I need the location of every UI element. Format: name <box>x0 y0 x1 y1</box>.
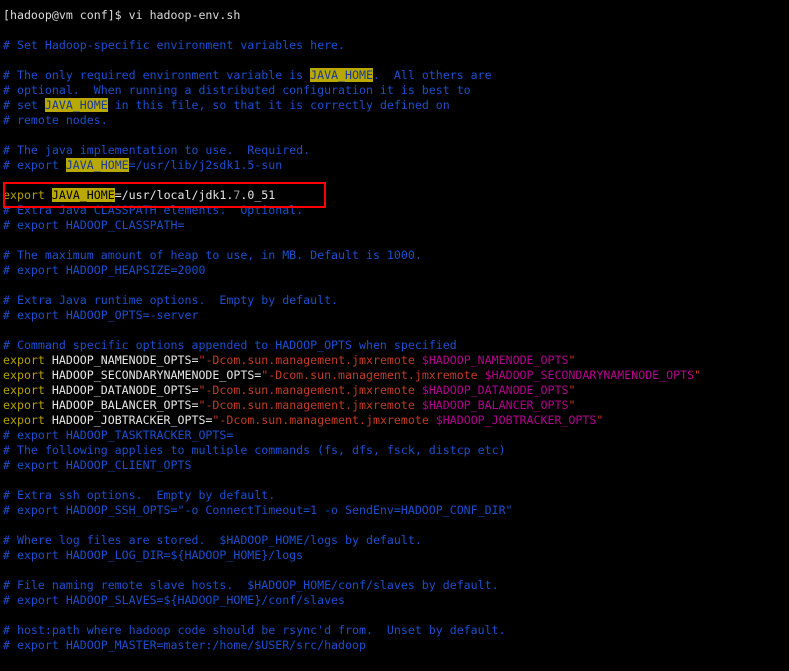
export-line: export HADOOP_BALANCER_OPTS="-Dcom.sun.m… <box>3 398 789 413</box>
comment-line: # The only required environment variable… <box>3 68 789 83</box>
comment-line: # export JAVA_HOME=/usr/lib/j2sdk1.5-sun <box>3 158 789 173</box>
comment-text: =/usr/lib/j2sdk1.5-sun <box>128 158 283 172</box>
comment-line: # The maximum amount of heap to use, in … <box>3 248 422 262</box>
comment-line: # The java implementation to use. Requir… <box>3 143 311 157</box>
comment-line: # File naming remote slave hosts. $HADOO… <box>3 578 499 592</box>
comment-line: # Command specific options appended to H… <box>3 338 457 352</box>
string-quote: " <box>568 383 576 397</box>
comment-line: # Set Hadoop-specific environment variab… <box>3 38 346 52</box>
export-line: export HADOOP_JOBTRACKER_OPTS="-Dcom.sun… <box>3 413 789 428</box>
variable-ref: $HADOOP_DATANODE_OPTS <box>421 383 569 397</box>
comment-line: # export HADOOP_HEAPSIZE=2000 <box>3 263 206 277</box>
variable-name: HADOOP_NAMENODE_OPTS= <box>51 353 199 367</box>
comment-line: # export HADOOP_SLAVES=${HADOOP_HOME}/co… <box>3 593 346 607</box>
export-line: export HADOOP_NAMENODE_OPTS="-Dcom.sun.m… <box>3 353 789 368</box>
string-value: "-Dcom.sun.management.jmxremote <box>212 413 436 427</box>
comment-line: # The following applies to multiple comm… <box>3 443 506 457</box>
export-keyword: export <box>3 413 52 427</box>
export-keyword: export <box>3 398 52 412</box>
export-line: export HADOOP_SECONDARYNAMENODE_OPTS="-D… <box>3 368 789 383</box>
comment-line: # export HADOOP_MASTER=master:/home/$USE… <box>3 638 366 652</box>
string-quote: " <box>568 398 576 412</box>
comment-line: # Extra Java runtime options. Empty by d… <box>3 293 339 307</box>
variable-ref: $HADOOP_JOBTRACKER_OPTS <box>435 413 597 427</box>
export-line: export HADOOP_DATANODE_OPTS="-Dcom.sun.m… <box>3 383 789 398</box>
comment-text: . All others are <box>372 68 492 82</box>
search-highlight: JAVA_HOME <box>44 98 108 112</box>
comment-line: # host:path where hadoop code should be … <box>3 623 506 637</box>
variable-name: HADOOP_SECONDARYNAMENODE_OPTS= <box>51 368 262 382</box>
comment-line: # Where log files are stored. $HADOOP_HO… <box>3 533 422 547</box>
comment-line: # set JAVA_HOME in this file, so that it… <box>3 98 789 113</box>
annotation-highlight-box <box>3 182 326 208</box>
string-quote: " <box>568 353 576 367</box>
variable-ref: $HADOOP_BALANCER_OPTS <box>421 398 569 412</box>
shell-prompt: [hadoop@vm conf]$ vi hadoop-env.sh <box>3 8 241 22</box>
comment-text: # set <box>3 98 45 112</box>
variable-ref: $HADOOP_SECONDARYNAMENODE_OPTS <box>484 368 695 382</box>
variable-name: HADOOP_BALANCER_OPTS= <box>51 398 199 412</box>
variable-name: HADOOP_DATANODE_OPTS= <box>51 383 199 397</box>
comment-text: in this file, so that it is correctly de… <box>107 98 450 112</box>
comment-line: # Extra ssh options. Empty by default. <box>3 488 276 502</box>
comment-line: # export HADOOP_CLASSPATH= <box>3 218 185 232</box>
string-value: "-Dcom.sun.management.jmxremote <box>198 353 422 367</box>
comment-text: # The only required environment variable… <box>3 68 311 82</box>
variable-ref: $HADOOP_NAMENODE_OPTS <box>421 353 569 367</box>
comment-line: # export HADOOP_LOG_DIR=${HADOOP_HOME}/l… <box>3 548 304 562</box>
string-quote: " <box>694 368 702 382</box>
terminal-window[interactable]: [hadoop@vm conf]$ vi hadoop-env.sh # Set… <box>3 8 789 671</box>
comment-line: # export HADOOP_SSH_OPTS="-o ConnectTime… <box>3 503 513 517</box>
comment-text: # export <box>3 158 66 172</box>
string-quote: " <box>596 413 604 427</box>
variable-name: HADOOP_JOBTRACKER_OPTS= <box>51 413 213 427</box>
search-highlight: JAVA_HOME <box>65 158 129 172</box>
comment-line: # remote nodes. <box>3 113 108 127</box>
comment-line: # export HADOOP_TASKTRACKER_OPTS= <box>3 428 234 442</box>
export-keyword: export <box>3 383 52 397</box>
string-value: "-Dcom.sun.management.jmxremote <box>261 368 485 382</box>
export-keyword: export <box>3 353 52 367</box>
string-value: "-Dcom.sun.management.jmxremote <box>198 398 422 412</box>
comment-line: # export HADOOP_OPTS=-server <box>3 308 199 322</box>
comment-line: # export HADOOP_CLIENT_OPTS <box>3 458 192 472</box>
comment-line: # optional. When running a distributed c… <box>3 83 471 97</box>
search-highlight: JAVA_HOME <box>310 68 373 82</box>
export-keyword: export <box>3 368 52 382</box>
string-value: "-Dcom.sun.management.jmxremote <box>198 383 422 397</box>
